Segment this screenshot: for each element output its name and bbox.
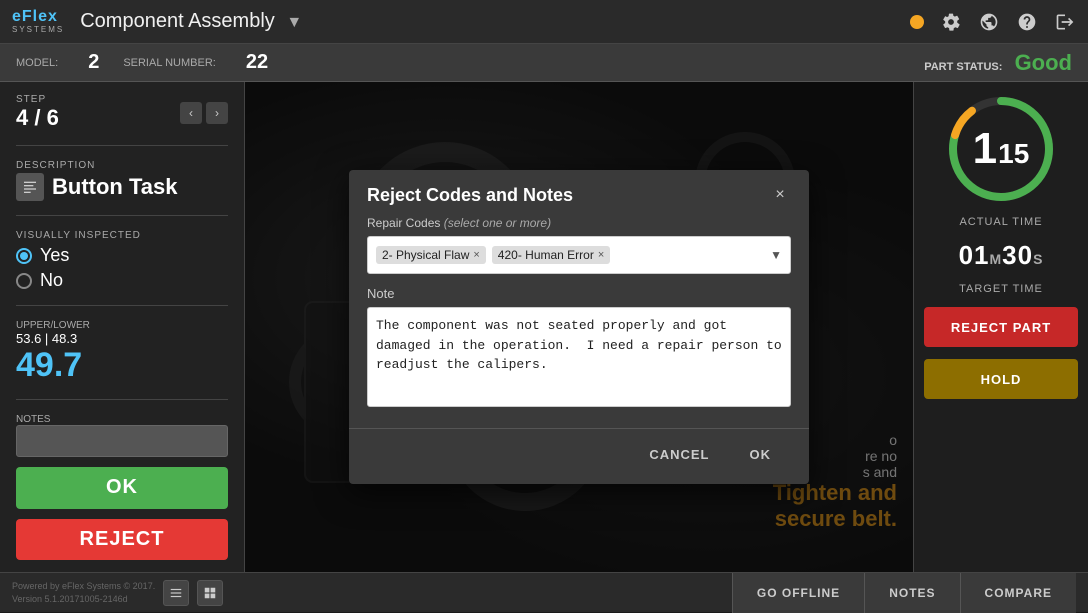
title-dropdown-icon[interactable]: ▼ [286,14,302,31]
notes-button[interactable]: NOTES [864,573,959,613]
description-section: DESCRIPTION Button Task [16,160,228,201]
ok-button[interactable]: OK [16,467,228,509]
radio-no-circle[interactable] [16,273,32,289]
notes-label: NOTES [16,414,228,425]
powered-by: Powered by eFlex Systems © 2017. Version… [12,580,155,605]
codes-input-container[interactable]: 2- Physical Flaw × 420- Human Error × ▼ [367,236,791,274]
modal-ok-button[interactable]: OK [730,439,792,470]
bottom-bar: Powered by eFlex Systems © 2017. Version… [0,572,1088,612]
visually-inspected-section: VISUALLY INSPECTED Yes No [16,230,228,291]
part-status-value: PART STATUS: Good [924,50,1072,76]
top-header: eFlex SYSTEMS Component Assembly ▼ [0,0,1088,44]
info-bar: MODEL: 2 SERIAL NUMBER: 22 PART STATUS: … [0,44,1088,82]
powered-by-section: Powered by eFlex Systems © 2017. Version… [12,580,155,605]
codes-dropdown-icon[interactable]: ▼ [770,248,782,262]
modal-title: Reject Codes and Notes [367,185,573,206]
repair-codes-hint: (select one or more) [444,216,551,230]
upper-lower-values: 53.6 | 48.3 [16,331,228,346]
code2-remove-icon[interactable]: × [598,249,604,261]
step-nav: STEP 4 / 6 ‹ › [16,94,228,131]
modal-body: Repair Codes (select one or more) 2- Phy… [349,216,809,428]
radio-no-label: No [40,270,63,291]
modal-header: Reject Codes and Notes × [349,170,809,216]
upper-lower-label: UPPER/LOWER [16,320,228,331]
nav-prev-button[interactable]: ‹ [180,102,202,124]
main-layout: STEP 4 / 6 ‹ › DESCRIPTION Button Task V… [0,82,1088,572]
right-panel: 1 15 ACTUAL TIME 01M30S TARGET TIME REJE… [913,82,1088,572]
center-area: o re no s and Tighten and secure belt. R… [245,82,913,572]
reject-part-button[interactable]: REJECT PART [924,307,1078,347]
bottom-icons [163,580,223,606]
notes-section: NOTES [16,414,228,457]
status-indicator [910,15,924,29]
modal-close-button[interactable]: × [769,184,791,206]
model-value: 2 [88,51,99,74]
logo: eFlex SYSTEMS [12,9,64,34]
step-value: 4 / 6 [16,105,59,131]
bottom-actions: GO OFFLINE NOTES COMPARE [732,573,1076,613]
list-view-icon[interactable] [163,580,189,606]
note-textarea[interactable] [367,307,791,407]
description-label: DESCRIPTION [16,160,228,171]
radio-no[interactable]: No [16,270,228,291]
reject-button[interactable]: REJECT [16,519,228,561]
radio-yes-label: Yes [40,245,69,266]
code-tag-2[interactable]: 420- Human Error × [492,246,610,264]
task-name: Button Task [52,174,177,200]
serial-value: 22 [246,51,268,74]
compare-button[interactable]: COMPARE [960,573,1076,613]
help-icon[interactable] [1016,11,1038,33]
divider3 [16,305,228,306]
nav-next-button[interactable]: › [206,102,228,124]
divider2 [16,215,228,216]
globe-icon[interactable] [978,11,1000,33]
actual-time-label: ACTUAL TIME [959,216,1042,228]
target-time-label: TARGET TIME [959,283,1043,295]
nav-arrows: ‹ › [180,102,228,124]
grid-view-icon[interactable] [197,580,223,606]
code-tag-1[interactable]: 2- Physical Flaw × [376,246,486,264]
radio-yes[interactable]: Yes [16,245,228,266]
app-title: Component Assembly ▼ [80,10,910,33]
measurement-value: 49.7 [16,346,228,385]
notes-input[interactable] [16,425,228,457]
logo-systems: SYSTEMS [12,25,64,34]
visually-inspected-label: VISUALLY INSPECTED [16,230,228,241]
modal-overlay: Reject Codes and Notes × Repair Codes (s… [245,82,913,572]
model-label: MODEL: [16,57,58,69]
timer-big: 1 [973,127,997,171]
modal-footer: CANCEL OK [349,428,809,484]
settings-icon[interactable] [940,11,962,33]
actual-time-value: 01M30S [959,240,1044,271]
divider4 [16,399,228,400]
modal-cancel-button[interactable]: CANCEL [629,439,729,470]
logout-icon[interactable] [1054,11,1076,33]
task-icon [16,173,44,201]
step-label: STEP [16,94,59,105]
repair-codes-label: Repair Codes (select one or more) [367,216,791,230]
reject-codes-modal: Reject Codes and Notes × Repair Codes (s… [349,170,809,484]
header-icons [910,11,1076,33]
radio-yes-inner [20,252,28,260]
go-offline-button[interactable]: GO OFFLINE [732,573,864,613]
radio-yes-circle[interactable] [16,248,32,264]
radio-group: Yes No [16,245,228,291]
logo-eflex: eFlex [12,9,64,25]
note-label: Note [367,286,791,301]
measurement-section: UPPER/LOWER 53.6 | 48.3 49.7 [16,320,228,385]
timer-circle: 1 15 [946,94,1056,204]
timer-small: 15 [998,138,1029,170]
timer-display: 1 15 [973,127,1030,171]
divider1 [16,145,228,146]
hold-button[interactable]: HOLD [924,359,1078,399]
serial-label: SERIAL NUMBER: [123,57,216,69]
part-status-label: PART STATUS: [924,61,1002,73]
code1-remove-icon[interactable]: × [473,249,479,261]
task-info: Button Task [16,173,228,201]
left-panel: STEP 4 / 6 ‹ › DESCRIPTION Button Task V… [0,82,245,572]
